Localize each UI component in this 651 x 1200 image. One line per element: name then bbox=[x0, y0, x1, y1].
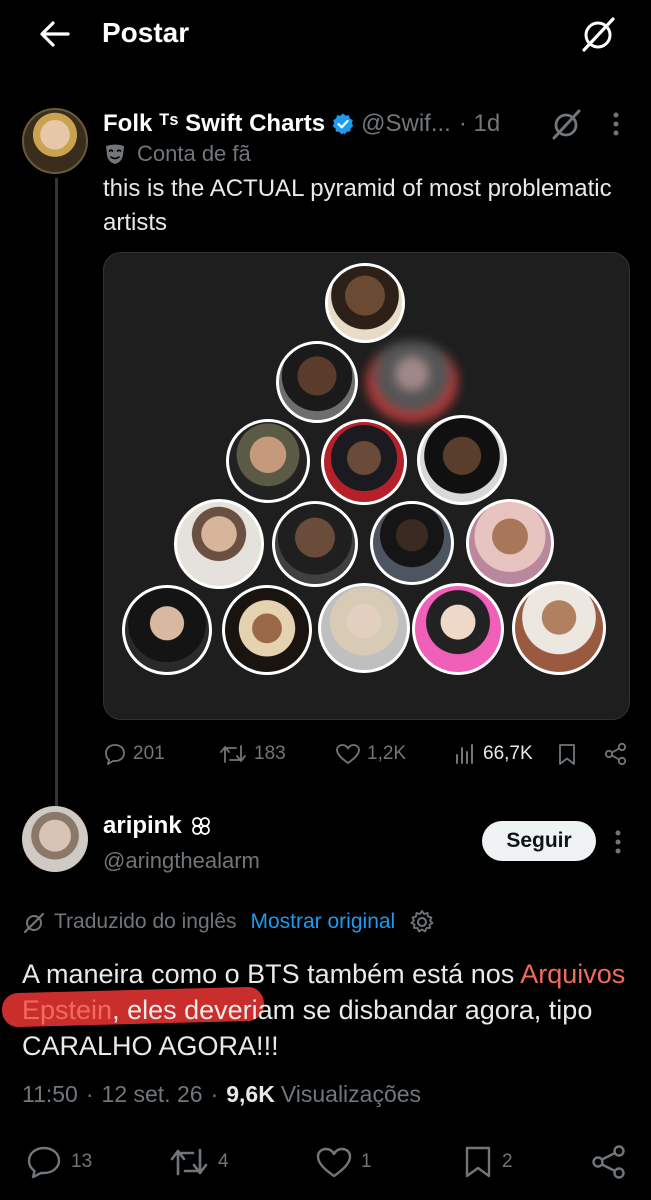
repost-count: 183 bbox=[254, 743, 286, 764]
reply-actions: 13 4 1 2 bbox=[0, 1140, 651, 1184]
post-time: · 1d bbox=[458, 110, 501, 137]
more-options-icon[interactable] bbox=[606, 826, 630, 858]
page-title: Postar bbox=[102, 17, 190, 48]
heart-icon bbox=[336, 744, 360, 764]
reply-views-label: Visualizações bbox=[280, 1081, 422, 1107]
reply-time: 11:50 bbox=[22, 1081, 78, 1107]
share-icon[interactable] bbox=[603, 742, 629, 766]
author-display-name[interactable]: Folk ᵀˢ Swift Charts bbox=[103, 110, 325, 138]
views-count: 66,7K bbox=[483, 743, 533, 764]
reply-text-part: A maneira como o BTS também está nos bbox=[22, 959, 521, 989]
theater-mask-icon bbox=[106, 144, 124, 164]
translated-label: Traduzido do inglês bbox=[54, 910, 237, 933]
clover-icon bbox=[191, 817, 210, 835]
gear-icon[interactable] bbox=[409, 909, 435, 935]
artist-photo bbox=[417, 415, 507, 505]
reply-action[interactable]: 13 bbox=[25, 1140, 92, 1184]
reply-meta: 11:50 · 12 set. 26 · 9,6K Visualizações bbox=[22, 1081, 422, 1107]
reply-date: 12 set. 26 bbox=[101, 1081, 203, 1107]
reply-icon bbox=[27, 1146, 61, 1179]
artist-photo bbox=[512, 581, 606, 675]
reply-author-display-name[interactable]: aripink bbox=[103, 812, 182, 840]
like-count: 1 bbox=[361, 1151, 372, 1172]
reply-icon bbox=[105, 744, 125, 765]
heart-icon bbox=[316, 1147, 352, 1178]
share-icon[interactable] bbox=[590, 1144, 628, 1180]
verified-badge-icon bbox=[332, 113, 354, 135]
translation-row: Traduzido do inglês Mostrar original bbox=[22, 909, 435, 935]
reply-count: 13 bbox=[71, 1151, 93, 1172]
views-action[interactable]: 66,7K bbox=[453, 738, 533, 770]
reply-count: 201 bbox=[133, 743, 165, 764]
more-options-icon[interactable] bbox=[604, 108, 628, 140]
fan-account-label: Conta de fã bbox=[103, 141, 251, 167]
repost-icon bbox=[170, 1148, 208, 1176]
artist-photo bbox=[318, 583, 410, 673]
author-handle[interactable]: @Swif... bbox=[361, 110, 451, 138]
bookmark-icon[interactable] bbox=[555, 742, 579, 766]
repost-count: 4 bbox=[218, 1151, 229, 1172]
artist-photo bbox=[466, 499, 554, 587]
bookmark-action[interactable]: 2 bbox=[462, 1140, 513, 1184]
analytics-icon bbox=[456, 744, 473, 764]
show-original-link[interactable]: Mostrar original bbox=[251, 910, 396, 934]
reply-author-handle[interactable]: @aringthealarm bbox=[103, 848, 260, 874]
repost-action[interactable]: 4 bbox=[168, 1140, 229, 1184]
artist-photo bbox=[272, 501, 358, 587]
artist-photo bbox=[321, 419, 407, 505]
post-text: this is the ACTUAL pyramid of most probl… bbox=[103, 175, 612, 236]
repost-action[interactable]: 183 bbox=[218, 738, 286, 770]
thread-connector bbox=[55, 178, 58, 806]
back-arrow-icon[interactable] bbox=[34, 14, 74, 54]
grok-icon[interactable] bbox=[548, 106, 584, 142]
artist-photo bbox=[226, 419, 310, 503]
grok-icon[interactable] bbox=[578, 14, 618, 54]
reply-action[interactable]: 201 bbox=[103, 738, 165, 770]
bookmark-icon bbox=[465, 1146, 491, 1178]
bookmark-count: 2 bbox=[502, 1151, 513, 1172]
artist-photo bbox=[276, 341, 358, 423]
artist-photo bbox=[222, 585, 312, 675]
artist-photo bbox=[370, 501, 454, 585]
artist-photo-blurred bbox=[366, 341, 458, 423]
like-action[interactable]: 1,2K bbox=[335, 738, 406, 770]
avatar[interactable] bbox=[22, 108, 88, 174]
artist-photo bbox=[412, 583, 504, 675]
reply-author-row: aripink bbox=[103, 812, 212, 840]
post-actions: 201 183 1,2K 66,7K bbox=[103, 738, 633, 770]
like-count: 1,2K bbox=[367, 743, 407, 764]
repost-icon bbox=[220, 745, 246, 763]
fan-label-text: Conta de fã bbox=[137, 141, 251, 166]
artist-photo bbox=[122, 585, 212, 675]
reply-views-count: 9,6K bbox=[226, 1081, 275, 1107]
artist-photo bbox=[325, 263, 405, 343]
avatar[interactable] bbox=[22, 806, 88, 872]
grok-icon bbox=[23, 912, 45, 934]
top-bar: Postar bbox=[0, 0, 651, 68]
reply-text: A maneira como o BTS também está nos Arq… bbox=[22, 956, 632, 1064]
post-image[interactable] bbox=[103, 252, 630, 720]
follow-button[interactable]: Seguir bbox=[482, 821, 596, 861]
artist-photo bbox=[174, 499, 264, 589]
like-action[interactable]: 1 bbox=[315, 1140, 372, 1184]
